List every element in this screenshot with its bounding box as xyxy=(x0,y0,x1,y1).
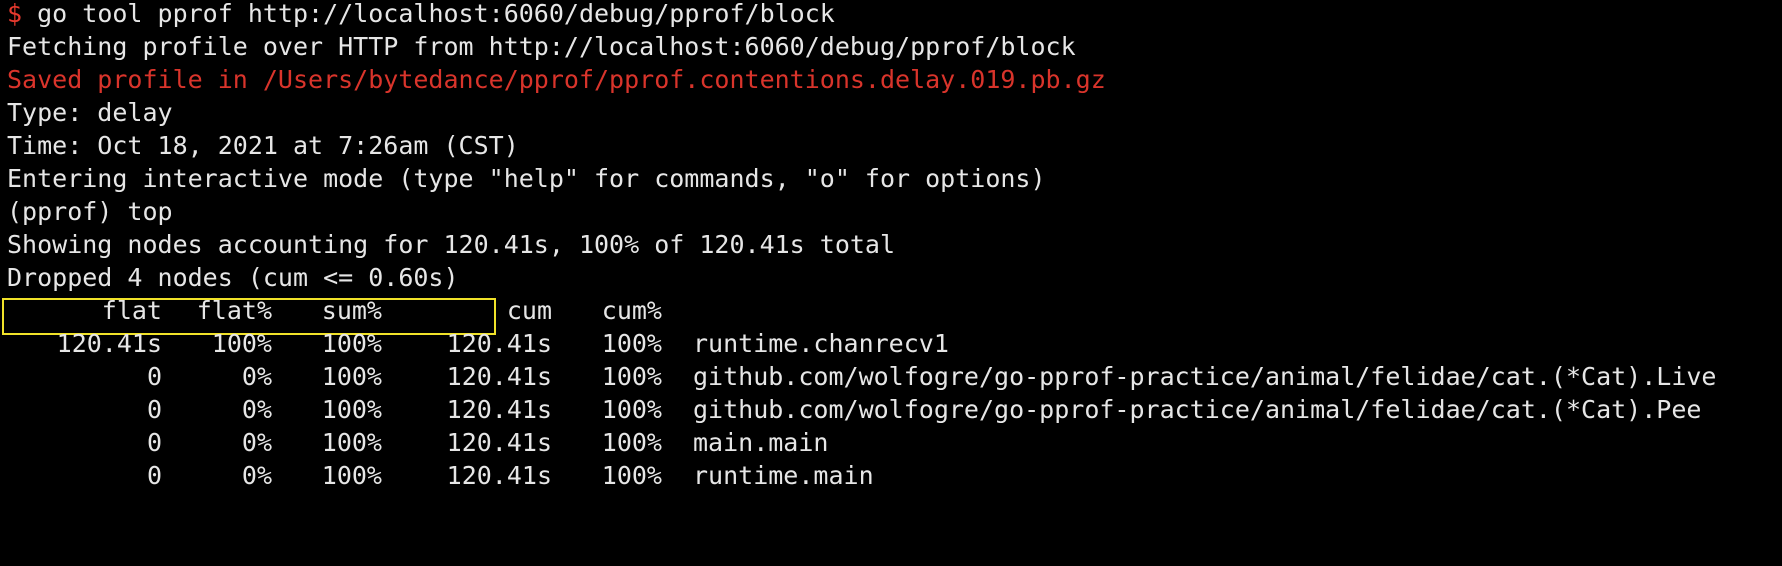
cell-flat: 0 xyxy=(146,395,162,424)
output-time: Time: Oct 18, 2021 at 7:26am (CST) xyxy=(7,131,519,160)
cell-cum: 120.41s xyxy=(446,395,552,424)
cell-cum-pct: 100% xyxy=(601,395,662,424)
cell-sum-pct: 100% xyxy=(321,395,382,424)
cell-function: runtime.chanrecv1 xyxy=(693,329,949,358)
header-flat: flat xyxy=(101,296,162,325)
prompt-symbol: $ xyxy=(7,0,23,28)
cell-function: main.main xyxy=(693,428,829,457)
cell-flat: 0 xyxy=(146,428,162,457)
cell-flat-pct: 0% xyxy=(241,428,272,457)
cell-cum: 120.41s xyxy=(446,461,552,490)
cell-cum-pct: 100% xyxy=(601,362,662,391)
cell-flat: 0 xyxy=(146,362,162,391)
output-saved-profile: Saved profile in /Users/bytedance/pprof/… xyxy=(7,65,1106,94)
header-cum: cum xyxy=(506,296,552,325)
header-sum-pct: sum% xyxy=(321,296,382,325)
cell-sum-pct: 100% xyxy=(321,362,382,391)
cell-flat: 120.41s xyxy=(56,329,162,358)
cell-cum-pct: 100% xyxy=(601,461,662,490)
cell-sum-pct: 100% xyxy=(321,428,382,457)
output-type: Type: delay xyxy=(7,98,173,127)
cell-cum-pct: 100% xyxy=(601,329,662,358)
output-showing-nodes: Showing nodes accounting for 120.41s, 10… xyxy=(7,230,896,259)
cell-sum-pct: 100% xyxy=(321,461,382,490)
cell-cum-pct: 100% xyxy=(601,428,662,457)
cell-sum-pct: 100% xyxy=(321,329,382,358)
cell-cum: 120.41s xyxy=(446,428,552,457)
cell-function: runtime.main xyxy=(693,461,874,490)
output-dropped-nodes: Dropped 4 nodes (cum <= 0.60s) xyxy=(7,263,459,292)
cell-flat-pct: 0% xyxy=(241,395,272,424)
cell-function: github.com/wolfogre/go-pprof-practice/an… xyxy=(693,362,1717,391)
cell-cum: 120.41s xyxy=(446,362,552,391)
cell-function: github.com/wolfogre/go-pprof-practice/an… xyxy=(693,395,1702,424)
header-cum-pct: cum% xyxy=(601,296,662,325)
cell-flat-pct: 0% xyxy=(241,461,272,490)
command-text: go tool pprof http://localhost:6060/debu… xyxy=(22,0,835,28)
pprof-top-command: (pprof) top xyxy=(7,197,173,226)
terminal-window[interactable]: $ go tool pprof http://localhost:6060/de… xyxy=(0,0,1782,566)
cell-cum: 120.41s xyxy=(446,329,552,358)
output-fetching: Fetching profile over HTTP from http://l… xyxy=(7,32,1076,61)
header-flat-pct: flat% xyxy=(196,296,272,325)
output-interactive-mode: Entering interactive mode (type "help" f… xyxy=(7,164,1046,193)
cell-flat-pct: 100% xyxy=(211,329,272,358)
cell-flat-pct: 0% xyxy=(241,362,272,391)
cell-flat: 0 xyxy=(146,461,162,490)
